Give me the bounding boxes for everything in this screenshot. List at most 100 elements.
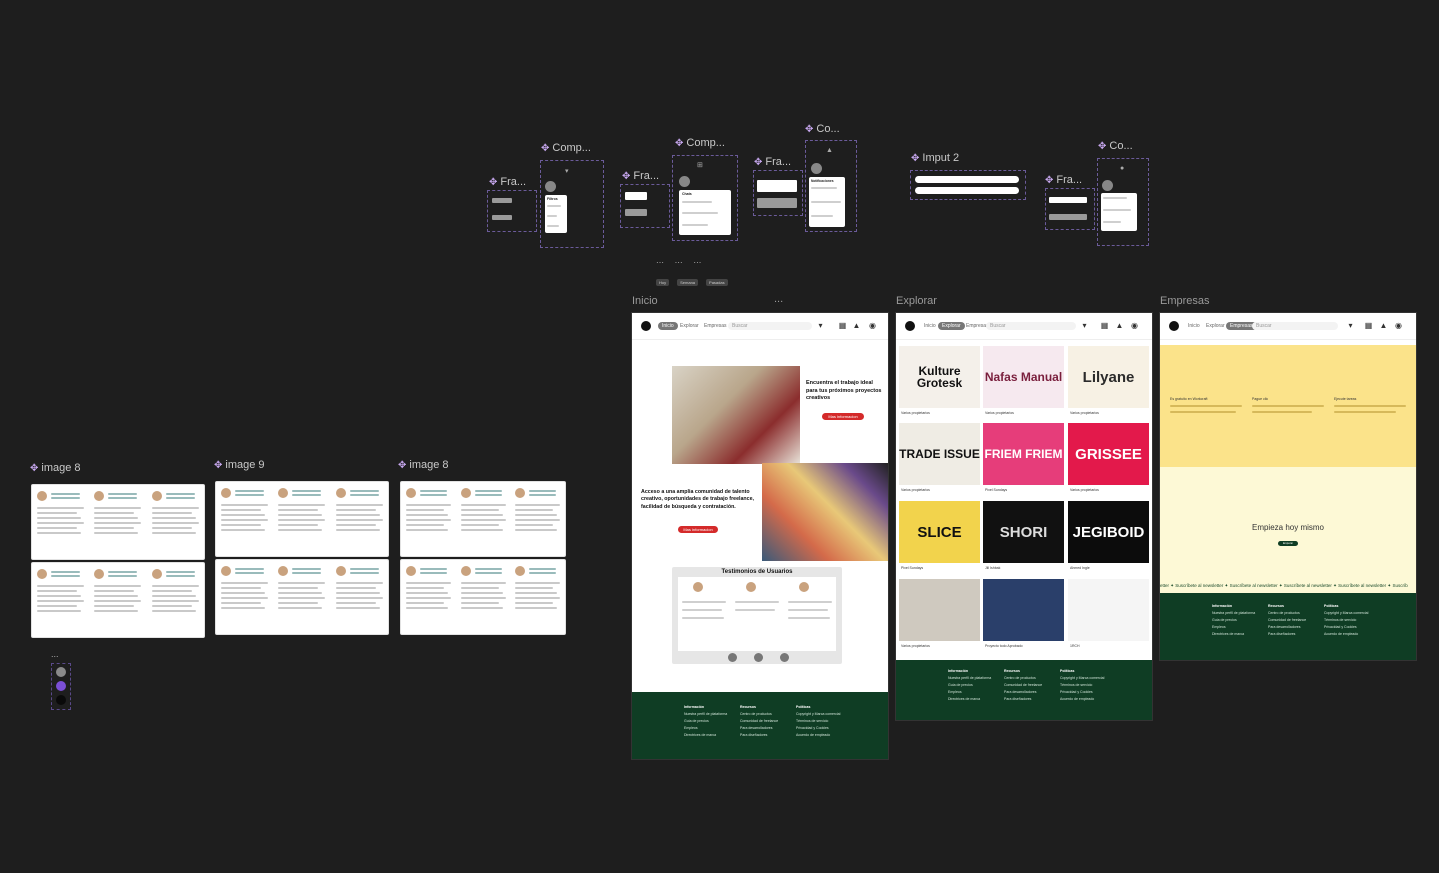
- filter-icon[interactable]: ▾: [816, 321, 825, 330]
- chat-icon[interactable]: ▦: [1100, 321, 1109, 330]
- footer-link[interactable]: Comunidad de freelance: [1004, 682, 1042, 689]
- footer-link[interactable]: Centro de productos: [1004, 675, 1042, 682]
- frame-label-frame-1[interactable]: ✥ Fra...: [489, 176, 526, 188]
- newsletter-marquee[interactable]: etter ✦ Suscríbete al newsletter ✦ Suscr…: [1160, 579, 1416, 593]
- co-2-profile-component[interactable]: ●: [1097, 158, 1149, 246]
- frame-label-explorar[interactable]: Explorar: [896, 295, 937, 307]
- project-owner[interactable]: Varios propietarios: [1070, 488, 1099, 492]
- footer-link[interactable]: Acuerdo de empleado: [1060, 696, 1104, 703]
- footer-link[interactable]: Copyright y Marca comercial: [1324, 610, 1368, 617]
- frame-label-dots[interactable]: ...: [774, 293, 783, 305]
- color-palette[interactable]: [51, 663, 71, 710]
- frame-label-imput-2[interactable]: ✥ Imput 2: [911, 152, 959, 164]
- footer-link[interactable]: Para desarrolladores: [1268, 624, 1306, 631]
- frame-1-component[interactable]: [487, 190, 537, 232]
- mini-tag-pasadas[interactable]: Pasadas: [706, 279, 728, 286]
- nav-explorar[interactable]: Explorar: [676, 322, 703, 330]
- footer-link[interactable]: Empleos: [1212, 624, 1255, 631]
- footer-link[interactable]: Guía de precios: [684, 718, 727, 725]
- project-tile[interactable]: SHORI: [983, 501, 1064, 563]
- footer-link[interactable]: Términos de servicio: [796, 718, 840, 725]
- explorar-frame[interactable]: Inicio Explorar Empresas Buscar ▾ ▦ ▲ ◉ …: [896, 313, 1152, 720]
- image-9-frame[interactable]: [215, 481, 389, 637]
- project-owner[interactable]: Varios propietarios: [1070, 411, 1099, 415]
- chat-icon[interactable]: ▦: [1364, 321, 1373, 330]
- hero-more-info-button[interactable]: Mas informacion: [822, 413, 864, 420]
- cta-button[interactable]: Empezar: [1278, 541, 1298, 546]
- logo-icon[interactable]: [641, 321, 651, 331]
- footer-link[interactable]: Para diseñadores: [1268, 631, 1306, 638]
- footer-link[interactable]: Nuestra perfil de plataforma: [948, 675, 991, 682]
- nav-inicio[interactable]: Inicio: [658, 322, 678, 330]
- footer-link[interactable]: Términos de servicio: [1324, 617, 1368, 624]
- search-input[interactable]: Buscar: [728, 322, 812, 330]
- frame-3-component[interactable]: [753, 170, 803, 216]
- footer-link[interactable]: Comunidad de freelance: [1268, 617, 1306, 624]
- project-owner[interactable]: Proyecto todo Aprobado: [985, 644, 1023, 648]
- project-tile[interactable]: [983, 579, 1064, 641]
- frame-4-component[interactable]: [1045, 188, 1095, 230]
- image-8-b-frame[interactable]: [400, 481, 566, 637]
- user-icon[interactable]: ◉: [1130, 321, 1139, 330]
- carousel-dot[interactable]: [754, 653, 763, 662]
- project-owner[interactable]: Pixel Sundays: [985, 488, 1007, 492]
- project-owner[interactable]: Ahmed Ingle: [1070, 566, 1090, 570]
- footer-link[interactable]: Guía de precios: [948, 682, 991, 689]
- logo-icon[interactable]: [905, 321, 915, 331]
- project-owner[interactable]: Jill Ishbak: [985, 566, 1000, 570]
- footer-link[interactable]: Nuestra perfil de plataforma: [684, 711, 727, 718]
- swatch-black[interactable]: [56, 695, 66, 705]
- filter-icon[interactable]: ▾: [1080, 321, 1089, 330]
- project-tile[interactable]: TRADE ISSUE: [899, 423, 980, 485]
- footer-link[interactable]: Privacidad y Cookies: [1324, 624, 1368, 631]
- logo-icon[interactable]: [1169, 321, 1179, 331]
- footer-link[interactable]: Para diseñadores: [740, 732, 778, 739]
- inicio-frame[interactable]: Inicio Explorar Empresas Buscar ▾ ▦ ▲ ◉ …: [632, 313, 888, 759]
- footer-link[interactable]: Privacidad y Cookies: [796, 725, 840, 732]
- frame-label-comp-1[interactable]: ✥ Comp...: [541, 142, 591, 154]
- footer-link[interactable]: Nuestra perfil de plataforma: [1212, 610, 1255, 617]
- bell-icon[interactable]: ▲: [1115, 321, 1124, 330]
- frame-2-component[interactable]: [620, 184, 670, 228]
- footer-link[interactable]: Para desarrolladores: [740, 725, 778, 732]
- project-tile[interactable]: GRISSEE: [1068, 423, 1149, 485]
- footer-link[interactable]: Centro de productos: [740, 711, 778, 718]
- footer-link[interactable]: Privacidad y Cookies: [1060, 689, 1104, 696]
- comp-2-chat-component[interactable]: ⊞ Chats: [672, 155, 738, 241]
- frame-label-frame-3[interactable]: ✥ Fra...: [754, 156, 791, 168]
- frame-label-image-8-a[interactable]: ✥ image 8: [30, 462, 81, 474]
- comp-1-filter-component[interactable]: ▾ Filtros: [540, 160, 604, 248]
- carousel-dot[interactable]: [780, 653, 789, 662]
- chat-icon[interactable]: ▦: [838, 321, 847, 330]
- project-tile[interactable]: FRIEM FRIEM: [983, 423, 1064, 485]
- co-1-notification-component[interactable]: ▲ Notificaciones: [805, 140, 857, 232]
- swatch-purple[interactable]: [56, 681, 66, 691]
- footer-link[interactable]: Guía de precios: [1212, 617, 1255, 624]
- filter-icon[interactable]: ▾: [1346, 321, 1355, 330]
- nav-explorar[interactable]: Explorar: [1202, 322, 1229, 330]
- bell-icon[interactable]: ▲: [1379, 321, 1388, 330]
- footer-link[interactable]: Acuerdo de empleado: [1324, 631, 1368, 638]
- project-owner[interactable]: Varios propietarios: [901, 644, 930, 648]
- project-tile[interactable]: JEGIBOID: [1068, 501, 1149, 563]
- empresas-frame[interactable]: Inicio Explorar Empresas Buscar ▾ ▦ ▲ ◉ …: [1160, 313, 1416, 660]
- project-tile[interactable]: [899, 579, 980, 641]
- palette-menu-dots[interactable]: ...: [51, 649, 59, 659]
- footer-link[interactable]: Directrices de marca: [1212, 631, 1255, 638]
- footer-link[interactable]: Para diseñadores: [1004, 696, 1042, 703]
- mini-tag-semana[interactable]: Semana: [677, 279, 699, 286]
- imput-2-component[interactable]: [910, 170, 1026, 200]
- project-tile[interactable]: SLICE: [899, 501, 980, 563]
- frame-label-empresas[interactable]: Empresas: [1160, 295, 1210, 307]
- project-owner[interactable]: Pixel Sundays: [901, 566, 923, 570]
- project-owner[interactable]: Varios propietarios: [985, 411, 1014, 415]
- footer-link[interactable]: Directrices de marca: [684, 732, 727, 739]
- project-tile[interactable]: Kulture Grotesk: [899, 346, 980, 408]
- swatch-gray[interactable]: [56, 667, 66, 677]
- frame-label-co-1[interactable]: ✥ Co...: [805, 123, 840, 135]
- frame-label-co-2[interactable]: ✥ Co...: [1098, 140, 1133, 152]
- user-icon[interactable]: ◉: [868, 321, 877, 330]
- frame-label-frame-2[interactable]: ✥ Fra...: [622, 170, 659, 182]
- footer-link[interactable]: Copyright y Marca comercial: [796, 711, 840, 718]
- frame-label-image-9[interactable]: ✥ image 9: [214, 459, 265, 471]
